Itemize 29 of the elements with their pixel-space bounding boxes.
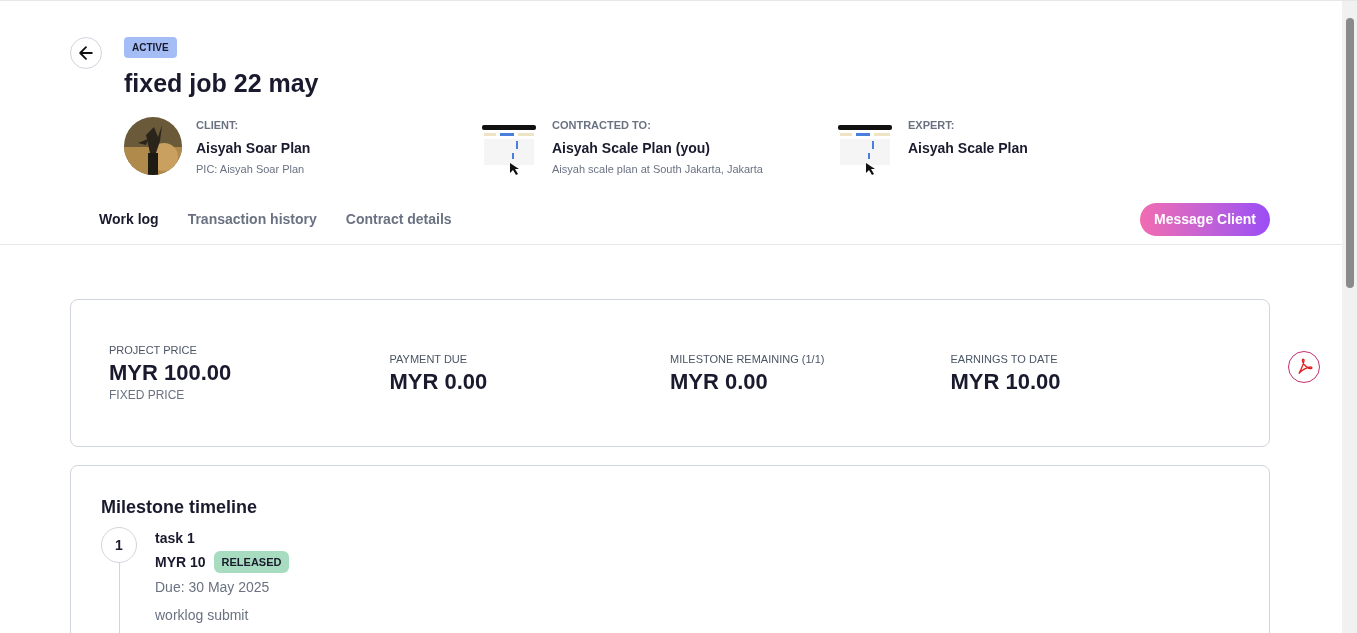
section-title: Milestone timeline — [101, 496, 259, 520]
milestone-amount: MYR 10 — [155, 553, 206, 572]
milestone-name: task 1 — [155, 529, 196, 548]
stat-label: PROJECT PRICE — [109, 343, 198, 359]
status-badge: ACTIVE — [124, 37, 177, 58]
due-date: Due: 30 May 2025 — [155, 578, 271, 597]
stat-label: MILESTONE REMAINING (1/1) — [670, 352, 826, 368]
stat-value: MYR 10.00 — [950, 367, 1062, 396]
party-name: Aisyah Soar Plan — [196, 138, 311, 158]
tab[interactable]: Work log — [99, 209, 159, 231]
worklog-text: worklog submit — [155, 606, 250, 625]
message-client-button[interactable]: Message Client — [1140, 203, 1270, 237]
party-detail: PIC: Aisyah Soar Plan — [196, 161, 306, 177]
tab[interactable]: Transaction history — [187, 209, 317, 231]
party-label: EXPERT: — [908, 118, 956, 134]
stat-value: MYR 0.00 — [389, 367, 489, 396]
party-label: CLIENT: — [196, 118, 240, 134]
status-badge: RELEASED — [213, 551, 290, 574]
party-detail: Aisyah scale plan at South Jakarta, Jakarta — [552, 161, 763, 177]
party-label: CONTRACTED TO: — [552, 118, 652, 134]
stat-value: MYR 100.00 — [109, 358, 233, 387]
party-name: Aisyah Scale Plan (you) — [552, 138, 711, 158]
job-title: fixed job 22 may — [124, 68, 320, 99]
stat-label: PAYMENT DUE — [389, 352, 469, 368]
stat-label: EARNINGS TO DATE — [950, 352, 1059, 368]
stat-value: MYR 0.00 — [670, 367, 769, 396]
tab[interactable]: Contract details — [345, 209, 452, 231]
party-name: Aisyah Scale Plan — [908, 138, 1028, 158]
stat-note: FIXED PRICE — [109, 387, 186, 405]
